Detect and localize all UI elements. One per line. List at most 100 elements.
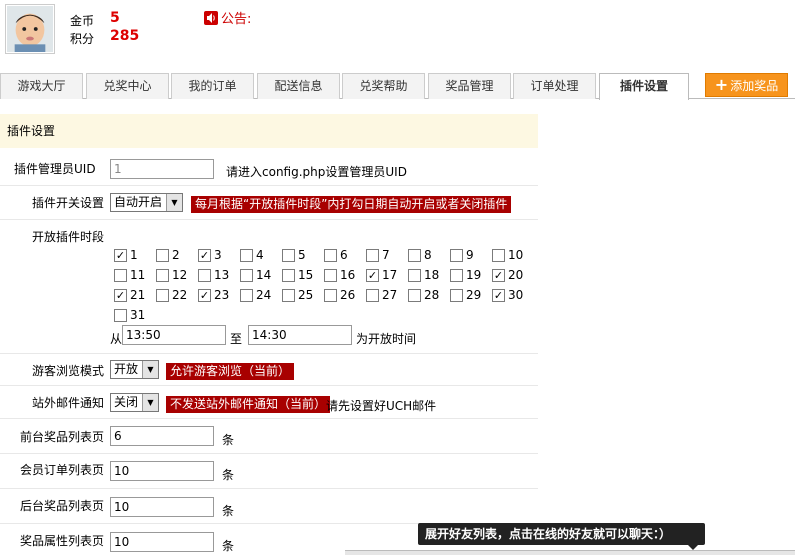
day-label: 20 <box>508 268 524 282</box>
day-checkbox-1[interactable]: ✓ 1 <box>114 248 138 262</box>
attr-list-input[interactable]: 10 <box>110 532 214 552</box>
back-list-label: 后台奖品列表页 <box>20 499 105 513</box>
checkbox-icon[interactable] <box>282 288 295 302</box>
switch-select[interactable]: 自动开启 ▼ <box>110 193 183 212</box>
mail-tag: 不发送站外邮件通知（当前） <box>166 396 331 413</box>
day-label: 14 <box>256 268 272 282</box>
add-prize-label: 添加奖品 <box>730 79 779 93</box>
checkbox-icon[interactable] <box>492 248 505 262</box>
from-time-input[interactable]: 13:50 <box>122 325 226 345</box>
avatar[interactable] <box>5 4 55 54</box>
member-orders-input[interactable]: 10 <box>110 461 214 481</box>
plus-icon: + <box>714 75 729 94</box>
notice-label: 公告: <box>221 12 252 27</box>
checkbox-icon[interactable] <box>450 288 463 302</box>
admin-uid-input[interactable]: 1 <box>110 159 214 179</box>
checkbox-icon[interactable] <box>366 288 379 302</box>
day-checkbox-21[interactable]: ✓ 21 <box>114 288 145 302</box>
day-label: 5 <box>298 248 306 262</box>
day-checkbox-23[interactable]: ✓ 23 <box>198 288 229 302</box>
day-checkbox-14[interactable]: 14 <box>240 268 271 282</box>
day-checkbox-17[interactable]: ✓ 17 <box>366 268 397 282</box>
day-checkbox-29[interactable]: 29 <box>450 288 481 302</box>
checkbox-icon[interactable] <box>114 268 127 282</box>
day-checkbox-18[interactable]: 18 <box>408 268 439 282</box>
day-checkbox-12[interactable]: 12 <box>156 268 187 282</box>
tab-redeem-center[interactable]: 兑奖中心 <box>86 73 169 99</box>
checkmark-icon[interactable]: ✓ <box>198 248 211 262</box>
day-checkbox-2[interactable]: 2 <box>156 248 180 262</box>
day-checkbox-31[interactable]: 31 <box>114 308 145 322</box>
day-label: 13 <box>214 268 230 282</box>
front-list-input[interactable]: 6 <box>110 426 214 446</box>
checkbox-icon[interactable] <box>282 248 295 262</box>
day-checkbox-24[interactable]: 24 <box>240 288 271 302</box>
mail-select[interactable]: 关闭 ▼ <box>110 393 159 412</box>
day-checkbox-20[interactable]: ✓ 20 <box>492 268 523 282</box>
checkbox-icon[interactable] <box>408 288 421 302</box>
day-checkbox-10[interactable]: 10 <box>492 248 523 262</box>
day-checkbox-8[interactable]: 8 <box>408 248 432 262</box>
checkmark-icon[interactable]: ✓ <box>492 288 505 302</box>
day-checkbox-3[interactable]: ✓ 3 <box>198 248 222 262</box>
tab-prize-management[interactable]: 奖品管理 <box>428 73 511 99</box>
checkmark-icon[interactable]: ✓ <box>114 288 127 302</box>
checkbox-icon[interactable] <box>324 248 337 262</box>
checkbox-icon[interactable] <box>408 248 421 262</box>
checkbox-icon[interactable] <box>156 268 169 282</box>
add-prize-button[interactable]: + 添加奖品 <box>705 73 788 97</box>
tab-order-processing[interactable]: 订单处理 <box>513 73 596 99</box>
day-checkbox-6[interactable]: 6 <box>324 248 348 262</box>
tab-redeem-help[interactable]: 兑奖帮助 <box>342 73 425 99</box>
checkbox-icon[interactable] <box>198 268 211 282</box>
checkbox-icon[interactable] <box>408 268 421 282</box>
day-label: 21 <box>130 288 146 302</box>
day-checkbox-26[interactable]: 26 <box>324 288 355 302</box>
checkbox-icon[interactable] <box>324 288 337 302</box>
checkbox-icon[interactable] <box>282 268 295 282</box>
day-checkbox-15[interactable]: 15 <box>282 268 313 282</box>
checkbox-icon[interactable] <box>156 248 169 262</box>
checkbox-icon[interactable] <box>366 248 379 262</box>
tab-delivery-info[interactable]: 配送信息 <box>257 73 340 99</box>
day-checkbox-28[interactable]: 28 <box>408 288 439 302</box>
checkbox-icon[interactable] <box>240 288 253 302</box>
day-checkbox-4[interactable]: 4 <box>240 248 264 262</box>
divider <box>0 488 538 489</box>
checkmark-icon[interactable]: ✓ <box>366 268 379 282</box>
day-checkbox-9[interactable]: 9 <box>450 248 474 262</box>
checkbox-icon[interactable] <box>240 248 253 262</box>
checkbox-icon[interactable] <box>156 288 169 302</box>
checkbox-icon[interactable] <box>450 248 463 262</box>
day-checkbox-30[interactable]: ✓ 30 <box>492 288 523 302</box>
friend-list-toggle[interactable]: 展开好友列表，点击在线的好友就可以聊天：） <box>418 523 705 550</box>
points-label: 积分 <box>70 32 95 46</box>
day-checkbox-25[interactable]: 25 <box>282 288 313 302</box>
checkmark-icon[interactable]: ✓ <box>492 268 505 282</box>
checkmark-icon[interactable]: ✓ <box>198 288 211 302</box>
back-list-input[interactable]: 10 <box>110 497 214 517</box>
admin-uid-hint: 请进入config.php设置管理员UID <box>226 165 407 179</box>
day-checkbox-11[interactable]: 11 <box>114 268 145 282</box>
guest-select[interactable]: 开放 ▼ <box>110 360 159 379</box>
day-label: 12 <box>172 268 188 282</box>
day-checkbox-19[interactable]: 19 <box>450 268 481 282</box>
day-checkbox-13[interactable]: 13 <box>198 268 229 282</box>
checkmark-icon[interactable]: ✓ <box>114 248 127 262</box>
back-list-unit: 条 <box>222 504 235 518</box>
tab-my-orders[interactable]: 我的订单 <box>171 73 254 99</box>
day-label: 31 <box>130 308 146 322</box>
to-time-input[interactable]: 14:30 <box>248 325 352 345</box>
tab-game-hall[interactable]: 游戏大厅 <box>0 73 83 99</box>
day-checkbox-16[interactable]: 16 <box>324 268 355 282</box>
checkbox-icon[interactable] <box>114 308 127 322</box>
checkbox-icon[interactable] <box>324 268 337 282</box>
day-checkbox-5[interactable]: 5 <box>282 248 306 262</box>
day-checkbox-27[interactable]: 27 <box>366 288 397 302</box>
checkbox-icon[interactable] <box>450 268 463 282</box>
day-checkbox-7[interactable]: 7 <box>366 248 390 262</box>
day-checkbox-22[interactable]: 22 <box>156 288 187 302</box>
tab-plugin-settings[interactable]: 插件设置 <box>599 73 689 100</box>
section-title: 插件设置 <box>0 114 538 148</box>
checkbox-icon[interactable] <box>240 268 253 282</box>
